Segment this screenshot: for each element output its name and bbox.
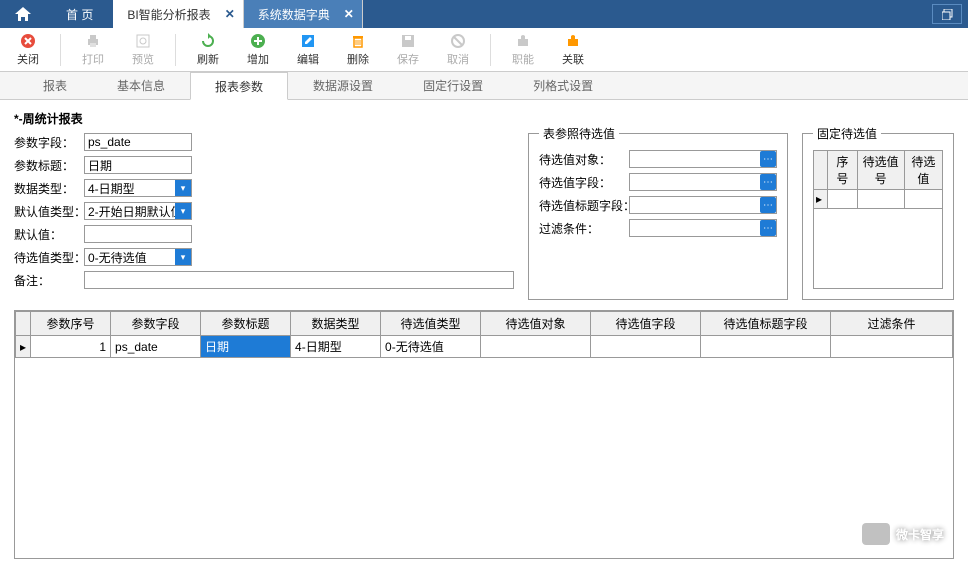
toolbar: 关闭 打印 预览 刷新 增加 编辑 删除 保存 取消 职能 关联	[0, 28, 968, 72]
ref-obj-input[interactable]	[629, 150, 777, 168]
ref-obj-label: 待选值对象：	[539, 151, 625, 168]
home-icon[interactable]	[0, 0, 46, 28]
gridcol-ctype: 待选值类型	[381, 312, 481, 336]
col-code: 待选值号	[857, 151, 904, 190]
printer-icon	[84, 32, 102, 50]
gridcol-ctitle: 待选值标题字段	[701, 312, 831, 336]
close-button[interactable]: 关闭	[10, 32, 46, 67]
watermark: 微卡智享	[862, 523, 944, 545]
gridcol-filter: 过滤条件	[831, 312, 953, 336]
puzzle-icon	[564, 32, 582, 50]
home-tab[interactable]: 首 页	[46, 0, 113, 28]
subtab-datasource[interactable]: 数据源设置	[288, 72, 398, 99]
preview-icon	[134, 32, 152, 50]
param-field-input[interactable]	[84, 133, 192, 151]
default-value-input[interactable]	[84, 225, 192, 243]
grid-empty-area	[15, 358, 953, 558]
ellipsis-icon[interactable]: ⋯	[760, 151, 776, 167]
row-indicator: ▸	[814, 190, 828, 209]
gridcol-cobj: 待选值对象	[481, 312, 591, 336]
close-icon[interactable]: ✕	[225, 7, 235, 21]
chevron-down-icon: ▾	[175, 203, 191, 219]
ref-field-input[interactable]	[629, 173, 777, 191]
print-button[interactable]: 打印	[75, 32, 111, 67]
param-title-input[interactable]	[84, 156, 192, 174]
cancel-button[interactable]: 取消	[440, 32, 476, 67]
subtab-report[interactable]: 报表	[18, 72, 92, 99]
puzzle-icon	[514, 32, 532, 50]
ref-filter-label: 过滤条件：	[539, 220, 625, 237]
tab-bi-report[interactable]: BI智能分析报表 ✕	[113, 0, 243, 28]
wechat-icon	[862, 523, 890, 545]
subtab-fixedrow[interactable]: 固定行设置	[398, 72, 508, 99]
fixed-candidate-table[interactable]: 序号 待选值号 待选值 ▸	[813, 150, 943, 289]
fixed-candidate-fieldset: 固定待选值 序号 待选值号 待选值 ▸	[802, 125, 954, 300]
tab-data-dict[interactable]: 系统数据字典 ✕	[244, 0, 363, 28]
ellipsis-icon[interactable]: ⋯	[760, 174, 776, 190]
ellipsis-icon[interactable]: ⋯	[760, 197, 776, 213]
trash-icon	[349, 32, 367, 50]
content-area: *-周统计报表 参数字段： 参数标题： 数据类型： 4-日期型▾ 默认值类型： …	[0, 100, 968, 569]
default-type-select[interactable]: 2-开始日期默认值▾	[84, 202, 192, 220]
subtabs: 报表 基本信息 报表参数 数据源设置 固定行设置 列格式设置	[0, 72, 968, 100]
save-button[interactable]: 保存	[390, 32, 426, 67]
default-type-label: 默认值类型：	[14, 203, 80, 220]
refresh-button[interactable]: 刷新	[190, 32, 226, 67]
tab-label: BI智能分析报表	[127, 6, 210, 23]
table-row[interactable]: ▸ 1 ps_date 日期 4-日期型 0-无待选值	[16, 336, 953, 358]
data-type-select[interactable]: 4-日期型▾	[84, 179, 192, 197]
delete-button[interactable]: 删除	[340, 32, 376, 67]
cancel-icon	[449, 32, 467, 50]
role-button[interactable]: 职能	[505, 32, 541, 67]
subtab-colformat[interactable]: 列格式设置	[508, 72, 618, 99]
preview-button[interactable]: 预览	[125, 32, 161, 67]
candidate-type-label: 待选值类型：	[14, 249, 80, 266]
candidate-type-select[interactable]: 0-无待选值▾	[84, 248, 192, 266]
tab-label: 系统数据字典	[258, 6, 330, 23]
ref-legend: 表参照待选值	[539, 125, 619, 142]
add-button[interactable]: 增加	[240, 32, 276, 67]
save-icon	[399, 32, 417, 50]
close-icon[interactable]: ✕	[344, 7, 354, 21]
gridcol-cfield: 待选值字段	[591, 312, 701, 336]
subtab-params[interactable]: 报表参数	[190, 72, 288, 100]
col-seq: 序号	[828, 151, 858, 190]
home-tab-label: 首 页	[66, 6, 93, 23]
row-indicator: ▸	[16, 336, 31, 358]
gridcol-seq: 参数序号	[31, 312, 111, 336]
col-val: 待选值	[904, 151, 942, 190]
ref-titlefield-label: 待选值标题字段：	[539, 197, 625, 214]
pencil-icon	[299, 32, 317, 50]
gridcol-dtype: 数据类型	[291, 312, 381, 336]
remark-label: 备注：	[14, 272, 80, 289]
ref-titlefield-input[interactable]	[629, 196, 777, 214]
remark-input[interactable]	[84, 271, 514, 289]
relate-button[interactable]: 关联	[555, 32, 591, 67]
ref-field-label: 待选值字段：	[539, 174, 625, 191]
close-circle-icon	[19, 32, 37, 50]
chevron-down-icon: ▾	[175, 180, 191, 196]
gridcol-title: 参数标题	[201, 312, 291, 336]
refresh-icon	[199, 32, 217, 50]
param-form: 参数字段： 参数标题： 数据类型： 4-日期型▾ 默认值类型： 2-开始日期默认…	[14, 133, 514, 300]
ref-filter-input[interactable]	[629, 219, 777, 237]
restore-window-icon[interactable]	[932, 4, 962, 24]
gridcol-field: 参数字段	[111, 312, 201, 336]
subtab-basic[interactable]: 基本信息	[92, 72, 190, 99]
plus-circle-icon	[249, 32, 267, 50]
chevron-down-icon: ▾	[175, 249, 191, 265]
default-value-label: 默认值：	[14, 226, 80, 243]
fixed-legend: 固定待选值	[813, 125, 881, 142]
ellipsis-icon[interactable]: ⋯	[760, 220, 776, 236]
window-tabbar: 首 页 BI智能分析报表 ✕ 系统数据字典 ✕	[0, 0, 968, 28]
param-field-label: 参数字段：	[14, 134, 80, 151]
edit-button[interactable]: 编辑	[290, 32, 326, 67]
param-title-label: 参数标题：	[14, 157, 80, 174]
data-type-label: 数据类型：	[14, 180, 80, 197]
ref-candidate-fieldset: 表参照待选值 待选值对象： ⋯ 待选值字段： ⋯ 待选值标题字段： ⋯ 过滤条件…	[528, 125, 788, 300]
param-grid[interactable]: 参数序号 参数字段 参数标题 数据类型 待选值类型 待选值对象 待选值字段 待选…	[14, 310, 954, 559]
